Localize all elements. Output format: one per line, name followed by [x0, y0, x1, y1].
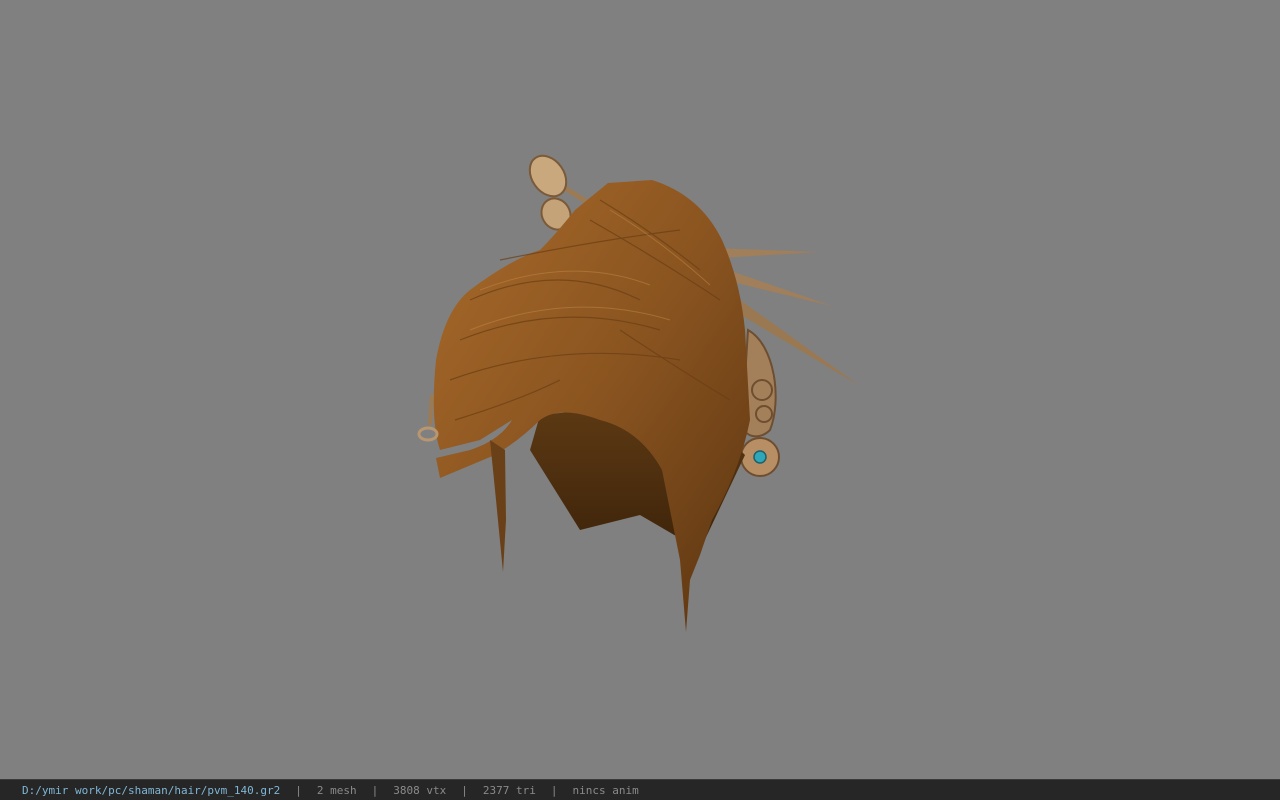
separator: | — [461, 783, 468, 797]
vertex-count: 3808 vtx — [393, 783, 447, 797]
file-path: D:/ymir work/pc/shaman/hair/pvm_140.gr2 — [22, 783, 281, 797]
anim-status: nincs anim — [572, 783, 639, 797]
flower-gem-icon — [740, 437, 780, 477]
separator: | — [371, 783, 379, 797]
triangle-count: 2377 tri — [482, 783, 536, 797]
mesh-count: 2 mesh — [316, 783, 357, 797]
status-bar: D:/ymir work/pc/shaman/hair/pvm_140.gr2 |… — [0, 779, 1280, 800]
hair-main — [433, 180, 750, 632]
hair-model — [417, 154, 860, 632]
3d-viewport[interactable] — [0, 0, 1280, 779]
hair-strand-left — [490, 440, 506, 572]
separator: | — [550, 783, 558, 797]
separator: | — [295, 783, 302, 797]
